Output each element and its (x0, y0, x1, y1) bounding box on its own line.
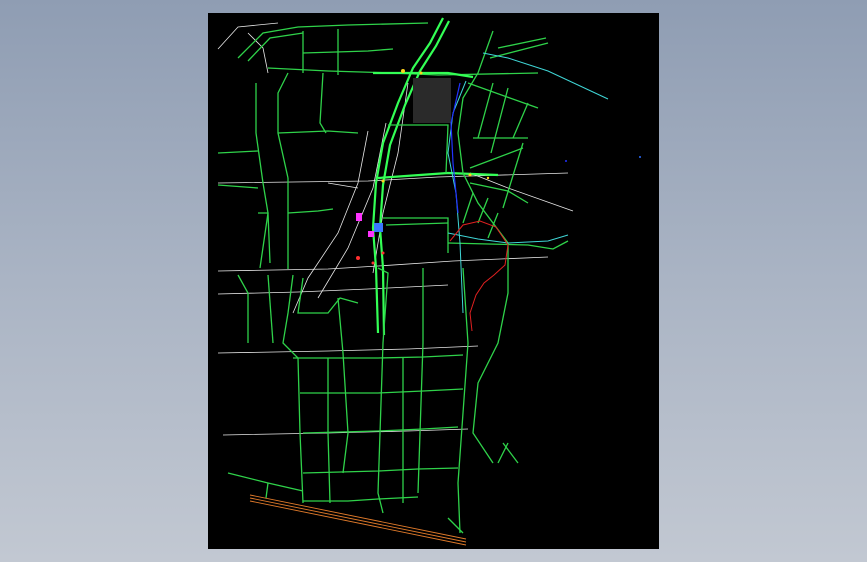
road-network-east (447, 30, 609, 464)
design-markers (356, 69, 641, 265)
road-centerlines (217, 22, 574, 436)
road-network-south (227, 267, 469, 534)
rail-line (249, 494, 467, 546)
drawing-viewport[interactable] (208, 13, 659, 549)
cad-drawing-canvas[interactable] (208, 13, 659, 549)
hatched-block (413, 78, 451, 123)
river-line (450, 82, 461, 214)
boundary-line (449, 220, 509, 332)
